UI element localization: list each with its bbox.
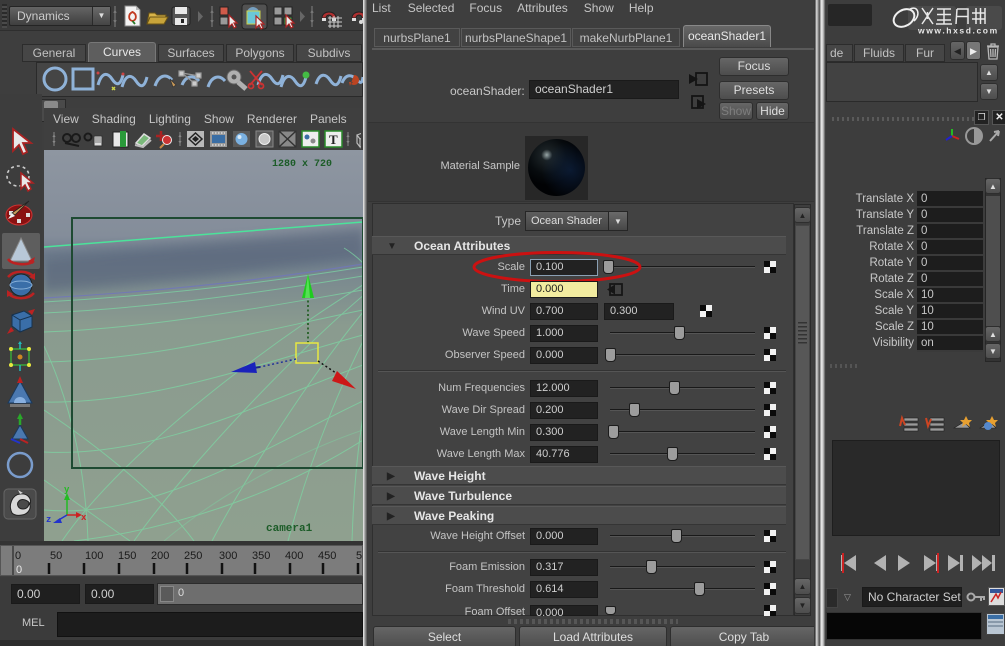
svg-text:300: 300 — [219, 550, 237, 562]
svg-text:y: y — [64, 485, 70, 495]
svg-text:0: 0 — [16, 564, 22, 575]
svg-text:z: z — [46, 515, 51, 525]
svg-text:1280 x 720: 1280 x 720 — [272, 159, 332, 170]
svg-text:200: 200 — [151, 550, 169, 562]
svg-text:www.hxsd.com: www.hxsd.com — [917, 26, 999, 36]
svg-text:camera1: camera1 — [266, 523, 313, 535]
svg-text:5: 5 — [356, 550, 362, 562]
svg-text:x: x — [81, 513, 87, 523]
svg-text:350: 350 — [252, 550, 270, 562]
svg-text:150: 150 — [118, 550, 136, 562]
svg-text:T: T — [329, 132, 338, 147]
svg-text:450: 450 — [318, 550, 336, 562]
svg-text:250: 250 — [184, 550, 202, 562]
svg-text:400: 400 — [285, 550, 303, 562]
svg-text:0: 0 — [15, 550, 21, 562]
svg-text:50: 50 — [50, 550, 62, 562]
svg-text:100: 100 — [85, 550, 103, 562]
